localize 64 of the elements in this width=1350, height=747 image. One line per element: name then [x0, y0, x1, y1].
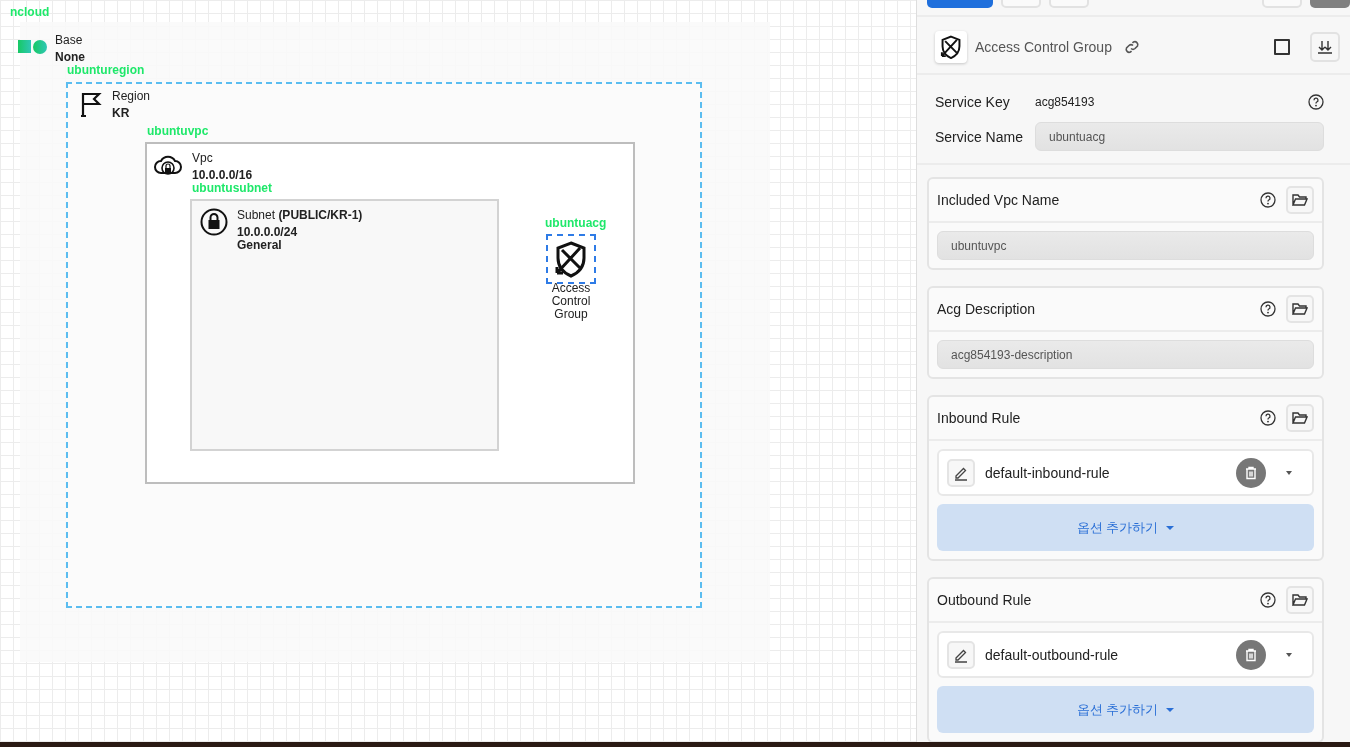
caret-icon	[1166, 707, 1175, 712]
trash-icon	[1244, 647, 1258, 662]
help-icon[interactable]	[1260, 410, 1276, 426]
rule-name: default-inbound-rule	[985, 464, 1111, 481]
add-option-button[interactable]: 옵션 추가하기	[937, 504, 1314, 551]
sort-button[interactable]	[1310, 32, 1340, 62]
field-label: Service Name	[935, 128, 1024, 145]
vpc-label: ubuntuvpc	[147, 124, 209, 138]
trash-icon	[1244, 465, 1258, 480]
caret-icon[interactable]	[1286, 652, 1292, 657]
vpc-cidr: 10.0.0.0/16	[192, 168, 253, 182]
region-value: KR	[112, 106, 130, 120]
folder-icon	[1292, 302, 1308, 316]
rule-item[interactable]: default-outbound-rule	[937, 631, 1314, 678]
help-icon[interactable]	[1260, 301, 1276, 317]
subnet-type: General	[237, 238, 282, 252]
sort-down-icon	[1317, 40, 1333, 54]
folder-icon	[1292, 193, 1308, 207]
canvas-root-label: ncloud	[10, 5, 50, 19]
help-icon[interactable]	[1308, 93, 1324, 110]
base-logo-icon	[18, 39, 48, 55]
delete-button[interactable]	[1236, 457, 1266, 488]
section-title: Included Vpc Name	[937, 192, 1061, 208]
panel-title: Access Control Group	[975, 39, 1112, 55]
help-icon[interactable]	[1260, 592, 1276, 608]
caret-icon	[1166, 525, 1175, 530]
subnet-cidr: 10.0.0.0/24	[237, 225, 298, 239]
acg-node[interactable]	[546, 234, 596, 284]
flag-icon	[80, 91, 102, 117]
acg-label: ubuntuacg	[545, 216, 607, 230]
subnet-title: Subnet (PUBLIC/KR-1)	[237, 208, 363, 222]
checkbox[interactable]	[1274, 39, 1290, 55]
section-title: Acg Description	[937, 301, 1037, 317]
folder-icon	[1292, 593, 1308, 607]
folder-button[interactable]	[1286, 295, 1314, 323]
caret-icon[interactable]	[1286, 470, 1292, 475]
base-value: None	[55, 50, 85, 64]
lock-icon	[200, 208, 228, 236]
folder-button[interactable]	[1286, 404, 1314, 432]
input-field[interactable]: acg854193-description	[937, 340, 1314, 369]
help-icon[interactable]	[1260, 192, 1276, 208]
folder-button[interactable]	[1286, 586, 1314, 614]
field-value: acg854193	[1035, 94, 1096, 109]
acg-title: Access Control Group	[550, 282, 592, 321]
input-field[interactable]: ubuntuacg	[1035, 122, 1324, 151]
input-field[interactable]: ubuntuvpc	[937, 231, 1314, 260]
rule-item[interactable]: default-inbound-rule	[937, 449, 1314, 496]
link-icon[interactable]	[1123, 39, 1140, 55]
base-title: Base	[55, 33, 83, 47]
subnet-label: ubuntusubnet	[192, 181, 272, 195]
folder-button[interactable]	[1286, 186, 1314, 214]
section-title: Outbound Rule	[937, 592, 1033, 608]
field-label: Service Key	[935, 93, 1011, 110]
region-title: Region	[112, 89, 151, 103]
folder-icon	[1292, 411, 1308, 425]
resource-type-tile	[935, 31, 967, 63]
edit-button[interactable]	[947, 640, 975, 669]
rule-name: default-outbound-rule	[985, 646, 1120, 663]
edit-button[interactable]	[947, 458, 975, 487]
section-title: Inbound Rule	[937, 410, 1022, 426]
region-label: ubunturegion	[67, 63, 145, 77]
delete-button[interactable]	[1236, 639, 1266, 670]
vpc-title: Vpc	[192, 151, 213, 165]
add-option-button[interactable]: 옵션 추가하기	[937, 686, 1314, 733]
